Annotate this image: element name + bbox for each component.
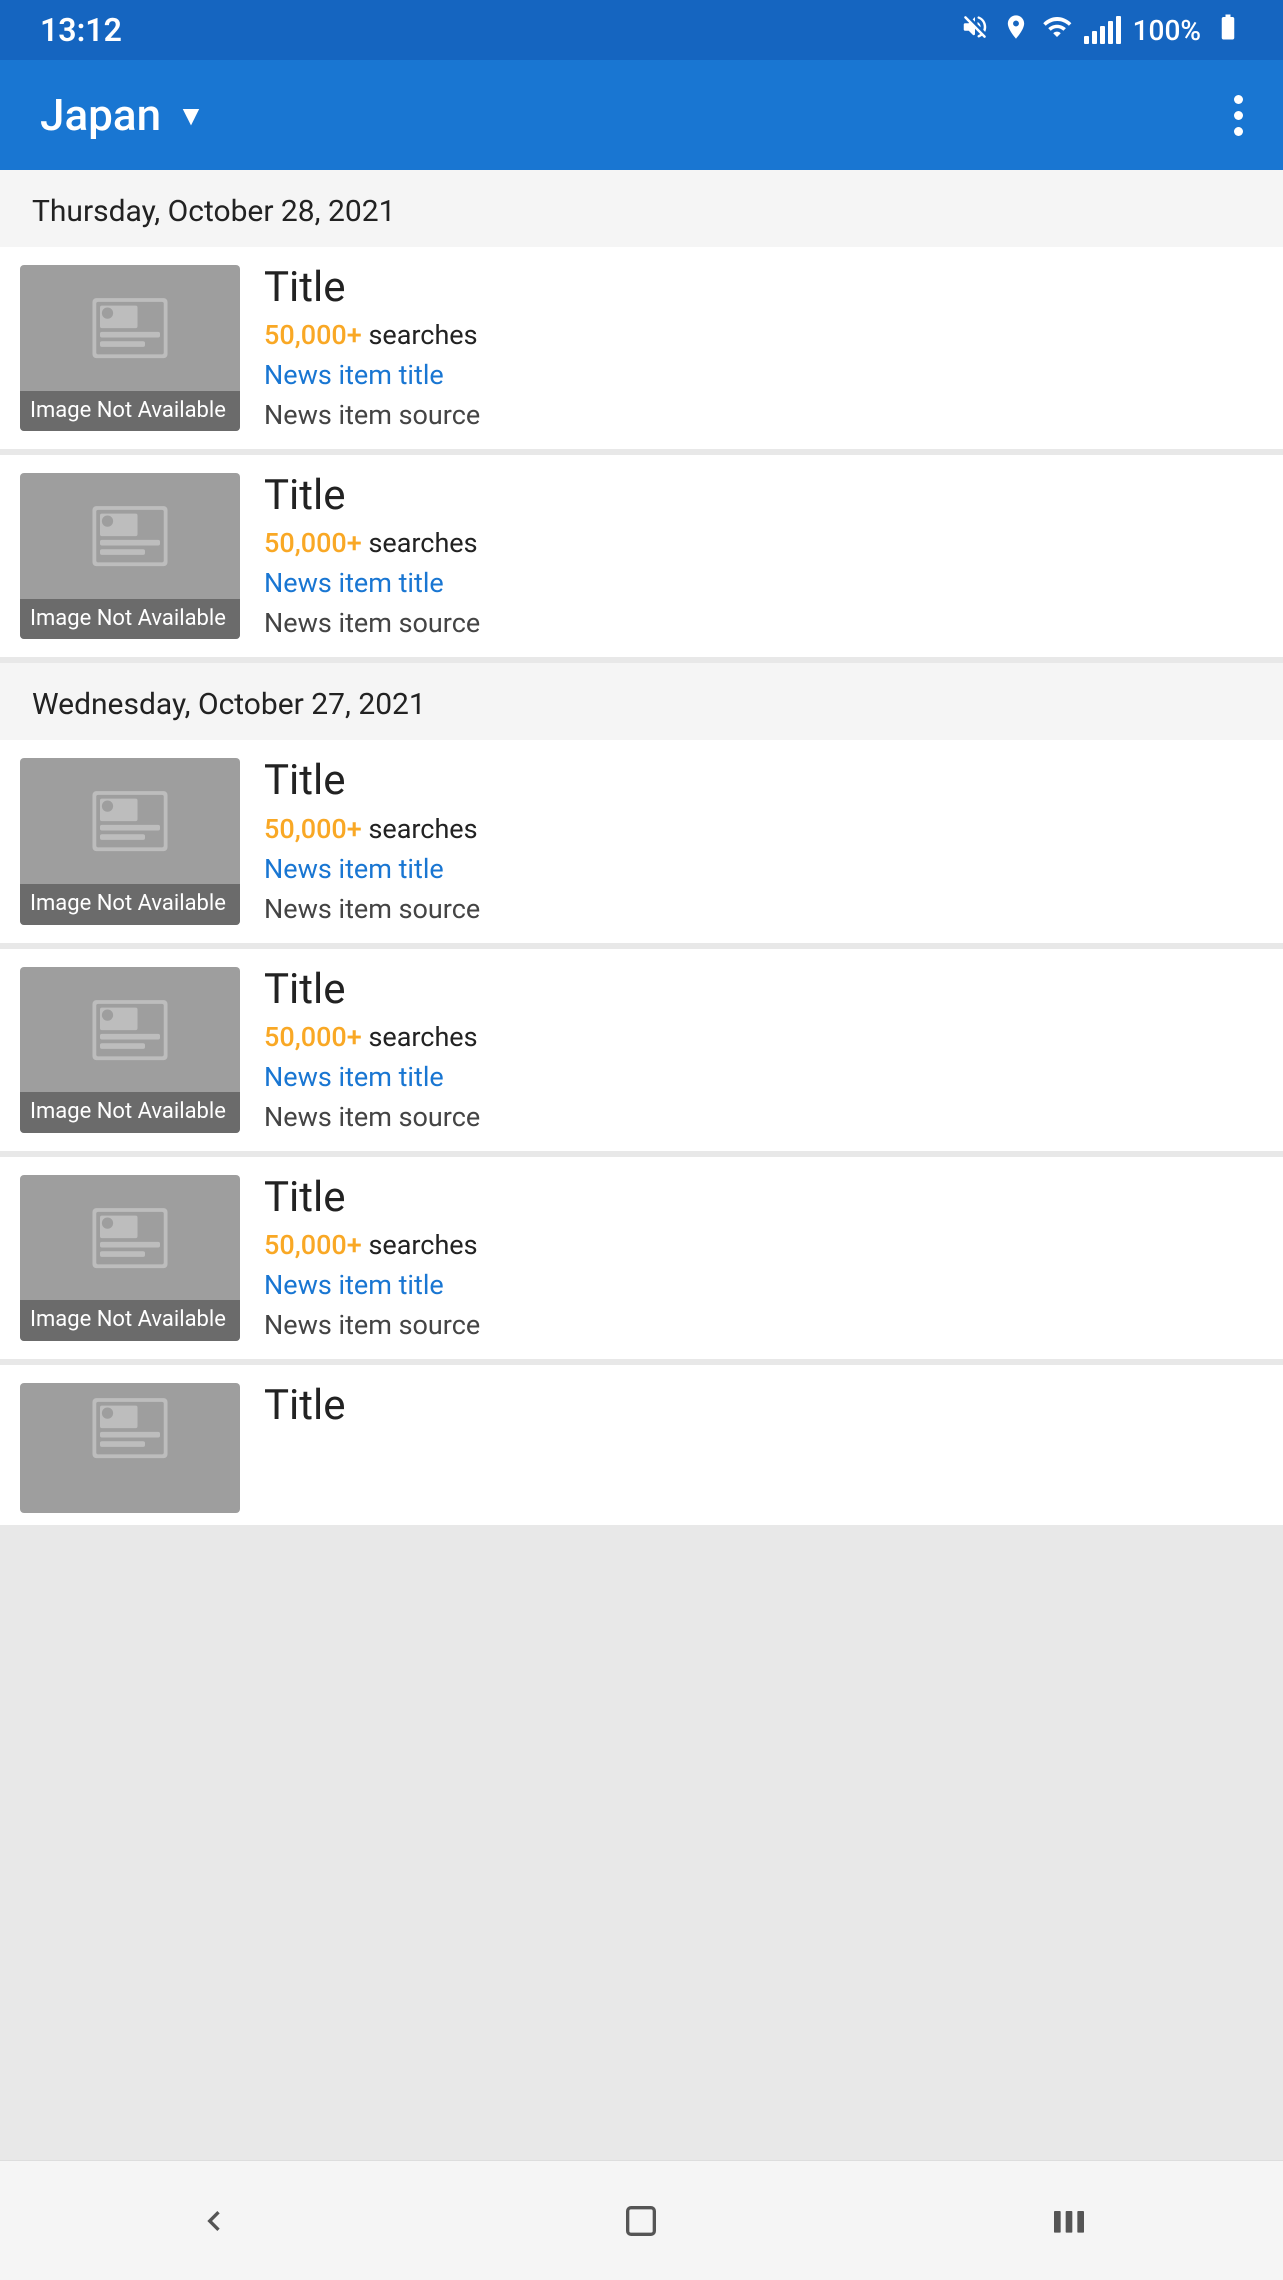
image-not-available-label: Image Not Available <box>20 599 240 640</box>
news-item-source: News item source <box>264 607 1263 639</box>
thumbnail: Image Not Available <box>20 473 240 639</box>
news-card[interactable]: Image Not Available Title 50,000+ search… <box>0 949 1283 1151</box>
trend-title: Title <box>264 473 1263 519</box>
image-not-available-label: Image Not Available <box>20 884 240 925</box>
wifi-icon <box>1042 12 1072 49</box>
bottom-nav-bar <box>0 2160 1283 2280</box>
image-not-available-label: Image Not Available <box>20 391 240 432</box>
news-card[interactable]: Image Not Available Title 50,000+ search… <box>0 247 1283 449</box>
search-count: 50,000+ searches <box>264 527 1263 559</box>
more-dot-3 <box>1234 127 1243 136</box>
battery-icon <box>1213 12 1243 49</box>
signal-icon <box>1084 16 1121 44</box>
trend-title: Title <box>264 967 1263 1013</box>
date-header-2: Wednesday, October 27, 2021 <box>0 663 1283 740</box>
news-card[interactable]: Image Not Available Title 50,000+ search… <box>0 1157 1283 1359</box>
thumbnail: Image Not Available <box>20 967 240 1133</box>
news-card[interactable]: Image Not Available Title 50,000+ search… <box>0 740 1283 942</box>
region-title: Japan <box>40 89 161 141</box>
news-info: Title 50,000+ searches News item title N… <box>264 967 1263 1133</box>
news-info: Title 50,000+ searches News item title N… <box>264 758 1263 924</box>
location-icon <box>1002 13 1030 48</box>
status-icons: 100% <box>960 12 1243 49</box>
thumbnail-image-icon <box>85 495 175 589</box>
thumbnail-image-icon <box>85 1387 175 1481</box>
news-item-link[interactable]: News item title <box>264 853 1263 885</box>
search-count: 50,000+ searches <box>264 813 1263 845</box>
news-item-source: News item source <box>264 1101 1263 1133</box>
status-bar: 13:12 100% <box>0 0 1283 60</box>
search-count: 50,000+ searches <box>264 1229 1263 1261</box>
search-count: 50,000+ searches <box>264 319 1263 351</box>
news-item-link[interactable]: News item title <box>264 567 1263 599</box>
thumbnail-image-icon <box>85 1197 175 1291</box>
dropdown-arrow-icon: ▼ <box>177 99 205 132</box>
trend-title: Title <box>264 265 1263 311</box>
news-item-link[interactable]: News item title <box>264 1269 1263 1301</box>
search-count: 50,000+ searches <box>264 1021 1263 1053</box>
news-info: Title 50,000+ searches News item title N… <box>264 1175 1263 1341</box>
thumbnail: Image Not Available <box>20 265 240 431</box>
thumbnail <box>20 1383 240 1513</box>
thumbnail-image-icon <box>85 989 175 1083</box>
date-header-1: Thursday, October 28, 2021 <box>0 170 1283 247</box>
news-item-source: News item source <box>264 399 1263 431</box>
app-bar: Japan ▼ <box>0 60 1283 170</box>
news-card[interactable]: Image Not Available Title 50,000+ search… <box>0 455 1283 657</box>
recent-apps-button[interactable] <box>1009 2181 1129 2261</box>
more-dot-2 <box>1234 111 1243 120</box>
more-options-button[interactable] <box>1234 95 1243 136</box>
back-button[interactable] <box>154 2181 274 2261</box>
news-item-source: News item source <box>264 893 1263 925</box>
mute-icon <box>960 12 990 49</box>
region-selector[interactable]: Japan ▼ <box>40 89 205 141</box>
thumbnail: Image Not Available <box>20 1175 240 1341</box>
partial-news-card[interactable]: Title <box>0 1365 1283 1525</box>
news-item-link[interactable]: News item title <box>264 1061 1263 1093</box>
image-not-available-label: Image Not Available <box>20 1300 240 1341</box>
content-area: Thursday, October 28, 2021 Image Not Ava… <box>0 170 1283 2160</box>
more-dot-1 <box>1234 95 1243 104</box>
home-button[interactable] <box>581 2181 701 2261</box>
thumbnail: Image Not Available <box>20 758 240 924</box>
trend-title: Title <box>264 758 1263 804</box>
news-info: Title 50,000+ searches News item title N… <box>264 265 1263 431</box>
trend-title: Title <box>264 1175 1263 1221</box>
news-info: Title 50,000+ searches News item title N… <box>264 473 1263 639</box>
status-time: 13:12 <box>40 11 122 49</box>
news-info: Title <box>264 1383 1263 1429</box>
news-item-link[interactable]: News item title <box>264 359 1263 391</box>
thumbnail-image-icon <box>85 780 175 874</box>
battery-percentage: 100% <box>1133 14 1201 47</box>
image-not-available-label: Image Not Available <box>20 1092 240 1133</box>
news-item-source: News item source <box>264 1309 1263 1341</box>
thumbnail-image-icon <box>85 287 175 381</box>
trend-title: Title <box>264 1383 1263 1429</box>
